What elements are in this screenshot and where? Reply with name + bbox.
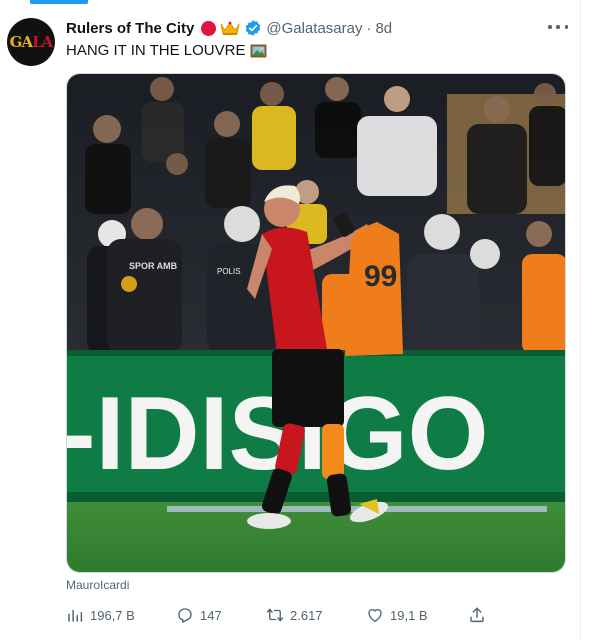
views-count: 196,7 B bbox=[90, 607, 135, 623]
crown-emoji bbox=[220, 21, 241, 35]
retweet-icon bbox=[266, 608, 284, 622]
tweet-actions: 196,7 B 147 2.617 19,1 B bbox=[60, 606, 500, 626]
like-count: 19,1 B bbox=[390, 607, 428, 623]
timestamp[interactable]: 8d bbox=[375, 20, 392, 37]
avatar[interactable]: GALA bbox=[7, 18, 55, 66]
header-separator: · bbox=[366, 19, 372, 37]
share-button[interactable] bbox=[468, 606, 486, 624]
jersey-number: 99 bbox=[364, 260, 397, 293]
tweet-body: HANG IT IN THE LOUVRE bbox=[66, 42, 246, 59]
user-handle[interactable]: @Galatasaray bbox=[266, 20, 362, 37]
retweet-count: 2.617 bbox=[290, 607, 323, 623]
more-horizontal-icon[interactable] bbox=[548, 19, 568, 35]
tweet-header: Rulers of The City @Galatasaray · 8d bbox=[66, 19, 392, 37]
red-circle-emoji bbox=[201, 20, 217, 36]
retweet-button[interactable]: 2.617 bbox=[266, 606, 323, 624]
timeline-border bbox=[580, 0, 581, 640]
reply-button[interactable]: 147 bbox=[176, 606, 222, 624]
held-jersey: 99 bbox=[345, 222, 403, 356]
bar-chart-icon bbox=[68, 609, 83, 622]
framed-picture-emoji bbox=[250, 44, 267, 57]
svg-text:POLIS: POLIS bbox=[217, 267, 241, 276]
tweet[interactable]: GALA Rulers of The City @Galatasaray · 8… bbox=[0, 0, 580, 640]
galatasaray-logo: GALA bbox=[9, 33, 54, 51]
display-name[interactable]: Rulers of The City bbox=[66, 20, 194, 37]
svg-text:SPOR AMB: SPOR AMB bbox=[129, 261, 178, 271]
heart-icon bbox=[368, 609, 382, 623]
views-button[interactable]: 196,7 B bbox=[66, 606, 135, 624]
like-button[interactable]: 19,1 B bbox=[366, 606, 428, 624]
tweet-photo[interactable]: SPOR AMB POLIS -IDISIGO 99 bbox=[66, 73, 566, 573]
stadium-photo: SPOR AMB POLIS -IDISIGO 99 bbox=[67, 74, 565, 572]
speech-bubble-icon bbox=[178, 608, 192, 623]
share-upload-icon bbox=[470, 607, 484, 623]
tweet-text: HANG IT IN THE LOUVRE bbox=[66, 42, 267, 59]
reply-count: 147 bbox=[200, 607, 222, 623]
media-tagged-user[interactable]: MauroIcardi bbox=[66, 578, 129, 592]
verified-badge-icon bbox=[246, 20, 261, 36]
